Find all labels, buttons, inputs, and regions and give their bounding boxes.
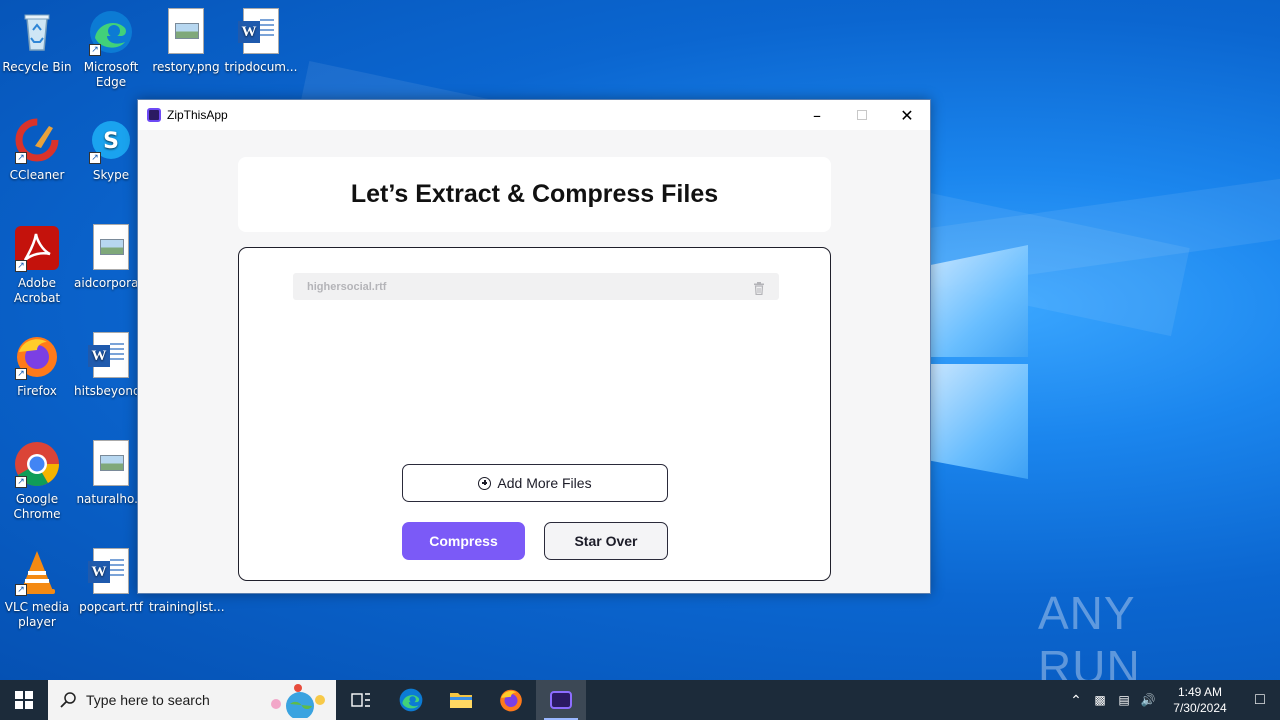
desktop-icon-label: traininglist... (149, 600, 225, 614)
task-view-button[interactable] (336, 680, 386, 720)
add-more-files-button[interactable]: Add More Files (402, 464, 668, 502)
desktop-icon-label: CCleaner (9, 168, 65, 182)
desktop-icon-ccleaner[interactable]: ↗ CCleaner (0, 116, 74, 183)
windows-logo-icon (15, 691, 33, 709)
close-button[interactable]: ✕ (884, 100, 930, 130)
edge-icon: ↗ (87, 8, 135, 56)
window-title: ZipThisApp (167, 108, 228, 122)
app-icon (147, 108, 161, 122)
windows-logo-pane (930, 364, 1028, 479)
notifications-icon[interactable]: □ (1240, 691, 1280, 709)
chrome-icon: ↗ (13, 440, 61, 488)
desktop-icon-vlc[interactable]: ↗ VLC media player (0, 548, 74, 630)
desktop-icon-label: VLC media player (4, 600, 70, 629)
shortcut-arrow-icon: ↗ (15, 152, 27, 164)
ccleaner-icon: ↗ (13, 116, 61, 164)
taskbar-file-explorer[interactable] (436, 680, 486, 720)
desktop-icon-microsoft-edge[interactable]: ↗ Microsoft Edge (74, 8, 148, 90)
app-content: Let’s Extract & Compress Files highersoc… (138, 130, 930, 593)
plus-circle-icon (478, 476, 492, 490)
volume-icon[interactable]: 🔊 (1136, 693, 1160, 707)
shortcut-arrow-icon: ↗ (15, 368, 27, 380)
show-hidden-icons-chevron-up-icon[interactable]: ⌃ (1064, 692, 1088, 709)
desktop-icon-label: Recycle Bin (2, 60, 72, 74)
taskbar-zipthisapp[interactable] (536, 680, 586, 720)
shortcut-arrow-icon: ↗ (89, 152, 101, 164)
desktop-icon-label: restory.png (152, 60, 220, 74)
app-window[interactable]: ZipThisApp – ✕ Let’s Extract & Compress … (137, 99, 931, 594)
image-file-icon (87, 224, 135, 272)
start-button[interactable] (0, 680, 48, 720)
minimize-button[interactable]: – (794, 100, 840, 130)
desktop-icon-firefox[interactable]: ↗ Firefox (0, 332, 74, 399)
minimize-icon: – (813, 105, 821, 125)
shortcut-arrow-icon: ↗ (15, 260, 27, 272)
image-file-icon (87, 440, 135, 488)
shortcut-arrow-icon: ↗ (89, 44, 101, 56)
desktop-icon-label: Firefox (17, 384, 57, 398)
files-card: highersocial.rtf Add More Files Compress (238, 247, 831, 581)
system-tray: ⌃ ▩ ▤ 🔊 1:49 AM 7/30/2024 □ (1064, 680, 1280, 720)
compress-button[interactable]: Compress (402, 522, 525, 560)
zipthisapp-icon (550, 691, 572, 709)
vlc-icon: ↗ (13, 548, 61, 596)
header-card: Let’s Extract & Compress Files (238, 157, 831, 232)
desktop-icon-label: Google Chrome (13, 492, 61, 521)
maximize-button[interactable] (839, 100, 885, 130)
taskbar-edge[interactable] (386, 680, 436, 720)
desktop-icon-label: Adobe Acrobat (13, 276, 61, 305)
image-file-icon (162, 8, 210, 56)
word-file-icon: W (237, 8, 285, 56)
add-more-files-label: Add More Files (497, 475, 592, 491)
acrobat-icon: ↗ (13, 224, 61, 272)
maximize-icon (857, 110, 867, 120)
network-vm-icon[interactable]: ▩ (1088, 693, 1112, 707)
skype-icon: S ↗ (87, 116, 135, 164)
shortcut-arrow-icon: ↗ (15, 584, 27, 596)
page-title: Let’s Extract & Compress Files (350, 180, 719, 208)
start-over-button[interactable]: Star Over (544, 522, 668, 560)
clock-date: 7/30/2024 (1173, 701, 1227, 715)
trash-icon[interactable] (753, 280, 765, 296)
watermark-text: ANY RUN (1038, 587, 1141, 680)
edge-icon (399, 688, 423, 712)
anyrun-watermark: ANY RUN (1038, 587, 1238, 680)
desktop-icon-label: popcart.rtf (79, 600, 143, 614)
file-name: highersocial.rtf (307, 280, 387, 293)
folder-icon (450, 693, 472, 708)
firefox-icon (500, 689, 522, 712)
task-view-icon (351, 693, 370, 707)
search-icon (60, 692, 76, 708)
desktop-icon-label: Microsoft Edge (83, 60, 139, 89)
search-highlight-illustration-icon (271, 684, 325, 718)
start-over-label: Star Over (574, 533, 638, 549)
desktop-icon-tripdocum[interactable]: W tripdocum... (224, 8, 298, 75)
recycle-bin-icon (13, 8, 61, 56)
word-file-icon: W (87, 332, 135, 380)
clock[interactable]: 1:49 AM 7/30/2024 (1168, 684, 1232, 716)
desktop-icon-adobe-acrobat[interactable]: ↗ Adobe Acrobat (0, 224, 74, 306)
desktop-icon-recycle-bin[interactable]: Recycle Bin (0, 8, 74, 75)
clock-time: 1:49 AM (1177, 685, 1223, 699)
taskbar: Type here to search ⌃ ▩ ▤ 🔊 1:49 AM 7/30… (0, 680, 1280, 720)
file-list-item: highersocial.rtf (293, 273, 779, 300)
compress-label: Compress (429, 533, 498, 549)
search-placeholder: Type here to search (86, 692, 210, 708)
firefox-icon: ↗ (13, 332, 61, 380)
word-file-icon: W (87, 548, 135, 596)
taskbar-firefox[interactable] (486, 680, 536, 720)
network-icon[interactable]: ▤ (1112, 693, 1136, 707)
taskbar-search-box[interactable]: Type here to search (48, 680, 336, 720)
desktop-icon-restory[interactable]: restory.png (149, 8, 223, 75)
desktop-icon-google-chrome[interactable]: ↗ Google Chrome (0, 440, 74, 522)
close-icon: ✕ (900, 105, 914, 125)
shortcut-arrow-icon: ↗ (15, 476, 27, 488)
svg-text:S: S (103, 129, 119, 154)
desktop-icon-label: tripdocum... (224, 60, 298, 74)
